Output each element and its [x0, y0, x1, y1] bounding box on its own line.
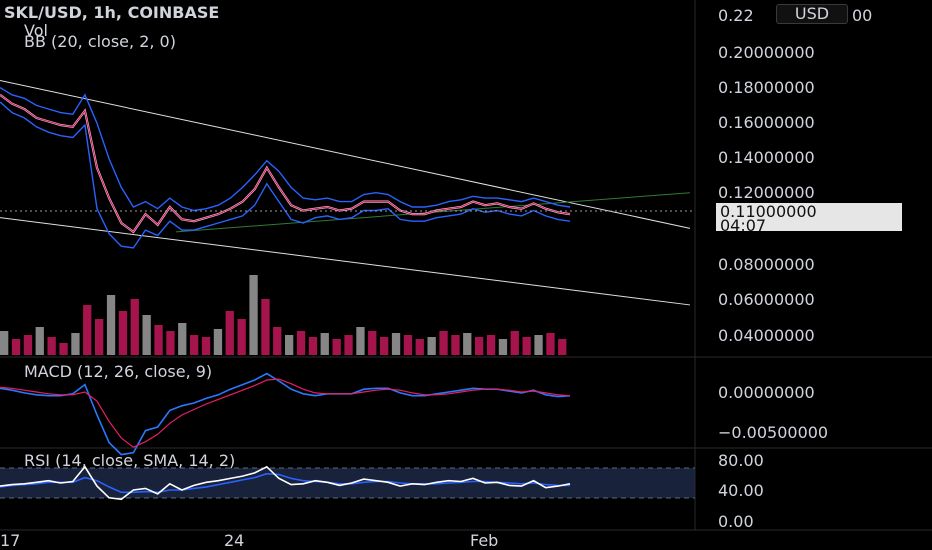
volume-bar [510, 331, 519, 355]
signal-line [0, 378, 571, 448]
price-tick: 0.06000000 [718, 290, 815, 309]
price-tick: 0.14000000 [718, 148, 815, 167]
volume-bar [71, 333, 80, 355]
volume-bar [498, 339, 508, 355]
price-tick: 0.20000000 [718, 43, 815, 62]
volume-bar [95, 319, 104, 355]
volume-bar [225, 311, 234, 355]
bb-lower-line [0, 101, 571, 249]
price-tick: 0.18000000 [718, 78, 815, 97]
volume-bar [308, 337, 318, 355]
volume-bar [154, 325, 163, 355]
last-price-tag: 0.11000000 04:07 [716, 203, 902, 235]
price-tick: 0.16000000 [718, 113, 815, 132]
volume-bar [522, 337, 531, 355]
volume-bar [11, 339, 21, 355]
volume-bar [356, 327, 365, 355]
volume-bar [178, 323, 187, 355]
trendline [0, 80, 691, 229]
volume-bar [118, 311, 128, 355]
volume-bar [285, 335, 294, 355]
volume-bar [237, 319, 246, 355]
volume-bar [23, 335, 33, 355]
volume-bar [273, 327, 282, 355]
macd-series [0, 372, 571, 456]
volume-bar [380, 337, 389, 355]
time-tick: 24 [224, 531, 244, 550]
price-tick: 0.08000000 [718, 255, 815, 274]
volume-bar [83, 305, 92, 355]
volume-bar [261, 299, 270, 355]
volume-bar [0, 331, 9, 355]
volume-bar [249, 275, 258, 355]
volume-bar [320, 333, 329, 355]
trendlines [0, 80, 691, 306]
time-tick: 17 [0, 531, 20, 550]
rsi-legend[interactable]: RSI (14, close, SMA, 14, 2) [24, 451, 235, 470]
volume-bar [332, 339, 341, 355]
volume-bar [534, 335, 543, 355]
volume-bar [463, 333, 472, 355]
volume-bar [296, 331, 306, 355]
macd-line [0, 372, 571, 456]
rsi-tick: 40.00 [718, 481, 764, 500]
rsi-tick: 80.00 [718, 451, 764, 470]
volume-bar [344, 335, 353, 355]
volume-bar [190, 335, 199, 355]
volume-bar [368, 331, 377, 355]
volume-bar [439, 331, 448, 355]
trendline [0, 217, 691, 306]
price-tick-top-partial-tail: 00 [852, 6, 872, 25]
volume-bar [546, 333, 555, 355]
currency-unit-button[interactable]: USD [776, 4, 848, 24]
volume-bar [47, 337, 56, 355]
price-tick: 0.12000000 [718, 183, 815, 202]
rsi-tick: 0.00 [718, 512, 754, 531]
volume-bar [166, 331, 175, 355]
symbol-legend[interactable]: SKL/USD, 1h, COINBASE [4, 3, 219, 22]
bar-countdown: 04:07 [720, 216, 767, 235]
time-tick: Feb [470, 531, 498, 550]
volume-bar [391, 333, 401, 355]
volume-bar [415, 339, 424, 355]
volume-bar [35, 327, 44, 355]
price-tick: 0.04000000 [718, 326, 815, 345]
bb-upper-line [0, 86, 571, 212]
volume-bar [59, 343, 68, 355]
bb-legend[interactable]: BB (20, close, 2, 0) [24, 32, 176, 51]
volume-bar [106, 295, 116, 355]
volume-bar [201, 337, 211, 355]
volume-bar [213, 329, 223, 355]
volume-bar [486, 335, 496, 355]
volume-bar [475, 337, 484, 355]
price-tick-top-partial: 0.22 [718, 6, 754, 25]
volume-bar [451, 335, 460, 355]
volume-bar [427, 337, 436, 355]
macd-tick: 0.00000000 [718, 383, 815, 402]
volume-bar [403, 335, 413, 355]
macd-legend[interactable]: MACD (12, 26, close, 9) [24, 362, 212, 381]
volume-bar [142, 315, 151, 355]
volume-bars [0, 275, 567, 355]
volume-bar [130, 299, 139, 355]
volume-bar [558, 339, 567, 355]
macd-tick: −0.00500000 [718, 423, 828, 442]
